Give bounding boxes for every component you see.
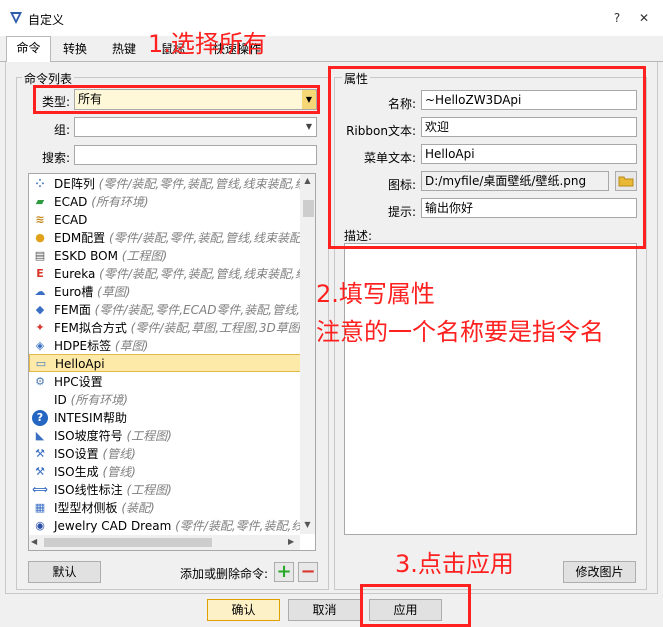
search-input[interactable] [74, 145, 317, 165]
linear-dim-icon: ⟺ [32, 483, 48, 496]
list-item[interactable]: ▰ ECAD (所有环境) [29, 193, 301, 211]
list-item[interactable]: ⚙ HPC设置 [29, 373, 301, 391]
list-item[interactable]: ⚒ ISO生成 (管线) [29, 463, 301, 481]
grid-icon: ⁘ [35, 177, 45, 190]
window-title: 自定义 [28, 13, 65, 27]
eureka-icon: E [36, 267, 44, 280]
command-list[interactable]: ⁘ DE阵列 (零件/装配,零件,装配,管线,线束装配,线 ▰ ECAD (所有环境… [28, 173, 316, 551]
list-item[interactable]: ✦ FEM拟合方式 (零件/装配,草图,工程图,3D草图, [29, 319, 301, 337]
modify-image-button[interactable]: 修改图片 [563, 561, 636, 583]
iso-generate-icon: ⚒ [35, 465, 45, 478]
list-item[interactable]: ? INTESIM帮助 [29, 409, 301, 427]
list-item[interactable]: ID (所有环境) [29, 391, 301, 409]
annotation-box-apply [360, 584, 471, 627]
list-item-selected[interactable]: ▭ HelloApi [29, 354, 301, 372]
scroll-left-icon[interactable]: ◀ [31, 537, 41, 548]
bom-icon: ▤ [34, 249, 46, 262]
tab-transform[interactable]: 转换 [55, 38, 95, 62]
euro-slot-icon: ☁ [34, 285, 46, 298]
scroll-up-icon[interactable]: ▲ [302, 176, 313, 188]
close-icon[interactable]: ✕ [634, 8, 654, 28]
list-vertical-scrollbar[interactable] [300, 174, 315, 534]
list-item[interactable]: ☁ Euro槽 (草图) [29, 283, 301, 301]
blank-icon [32, 392, 48, 408]
iso-settings-icon: ⚒ [35, 447, 45, 460]
hpc-icon: ⚙ [35, 375, 45, 388]
annotation-step2: 2.填写属性 [316, 280, 435, 308]
jewelry-icon: ◉ [35, 519, 45, 532]
tab-strip [0, 36, 663, 62]
hdpe-tag-icon: ◈ [35, 339, 45, 352]
list-item[interactable]: ● EDM配置 (零件/装配,零件,装配,管线,线束装配, [29, 229, 301, 247]
edm-icon: ● [35, 231, 45, 244]
ibeam-icon: ▦ [34, 501, 46, 514]
annotation-box-properties [328, 66, 646, 249]
list-item[interactable]: ◣ ISO坡度符号 (工程图) [29, 427, 301, 445]
vertical-scroll-thumb[interactable] [303, 200, 314, 217]
list-item[interactable]: ⁘ DE阵列 (零件/装配,零件,装配,管线,线束装配,线 [29, 175, 301, 193]
scroll-right-icon[interactable]: ▶ [288, 537, 298, 548]
app-logo-icon [10, 12, 22, 24]
ok-button[interactable]: 确认 [207, 599, 280, 621]
remove-command-icon[interactable]: − [298, 562, 318, 582]
slope-symbol-icon: ◣ [35, 429, 45, 442]
list-item[interactable]: ▦ I型型材侧板 (装配) [29, 499, 301, 517]
horizontal-scroll-thumb[interactable] [44, 538, 212, 547]
group-dropdown-icon[interactable]: ▼ [303, 118, 315, 136]
annotation-step2-note: 注意的一个名称要是指令名 [316, 318, 604, 346]
list-item[interactable]: ◉ Jewelry CAD Dream (零件/装配,零件,装配,线 [29, 517, 301, 535]
list-item[interactable]: E Eureka (零件/装配,零件,装配,管线,线束装配,线束 [29, 265, 301, 283]
list-item[interactable]: ≋ ECAD [29, 211, 301, 229]
annotation-box-type [33, 85, 320, 114]
ecad-chip-icon: ≋ [35, 213, 45, 226]
group-label: 组: [53, 123, 70, 137]
annotation-step3: 3.点击应用 [395, 550, 514, 578]
tab-commands[interactable]: 命令 [6, 36, 51, 63]
fem-face-icon: ◆ [35, 303, 45, 316]
title-bar [0, 0, 663, 36]
scroll-down-icon[interactable]: ▼ [302, 520, 313, 532]
list-item[interactable]: ◈ HDPE标签 (草图) [29, 337, 301, 355]
cancel-button[interactable]: 取消 [288, 599, 361, 621]
list-item[interactable]: ◆ FEM面 (零件/装配,零件,ECAD零件,装配,管线,线 [29, 301, 301, 319]
search-label: 搜索: [41, 151, 70, 165]
default-button[interactable]: 默认 [28, 561, 101, 583]
ecad-board-icon: ▰ [35, 195, 45, 208]
list-item[interactable]: ⚒ ISO设置 (管线) [29, 445, 301, 463]
fem-fit-icon: ✦ [35, 321, 45, 334]
add-remove-label: 添加或删除命令: [180, 567, 269, 581]
annotation-step1: 1.选择所有 [148, 30, 267, 58]
help-icon: ? [32, 410, 48, 426]
tab-hotkeys[interactable]: 热键 [104, 38, 144, 62]
helloapi-icon: ▭ [35, 357, 47, 370]
list-item[interactable]: ▤ ESKD BOM (工程图) [29, 247, 301, 265]
help-icon[interactable]: ? [607, 8, 627, 28]
list-item[interactable]: ⟺ ISO线性标注 (工程图) [29, 481, 301, 499]
group-select[interactable] [74, 117, 317, 137]
add-command-icon[interactable]: + [274, 562, 294, 582]
